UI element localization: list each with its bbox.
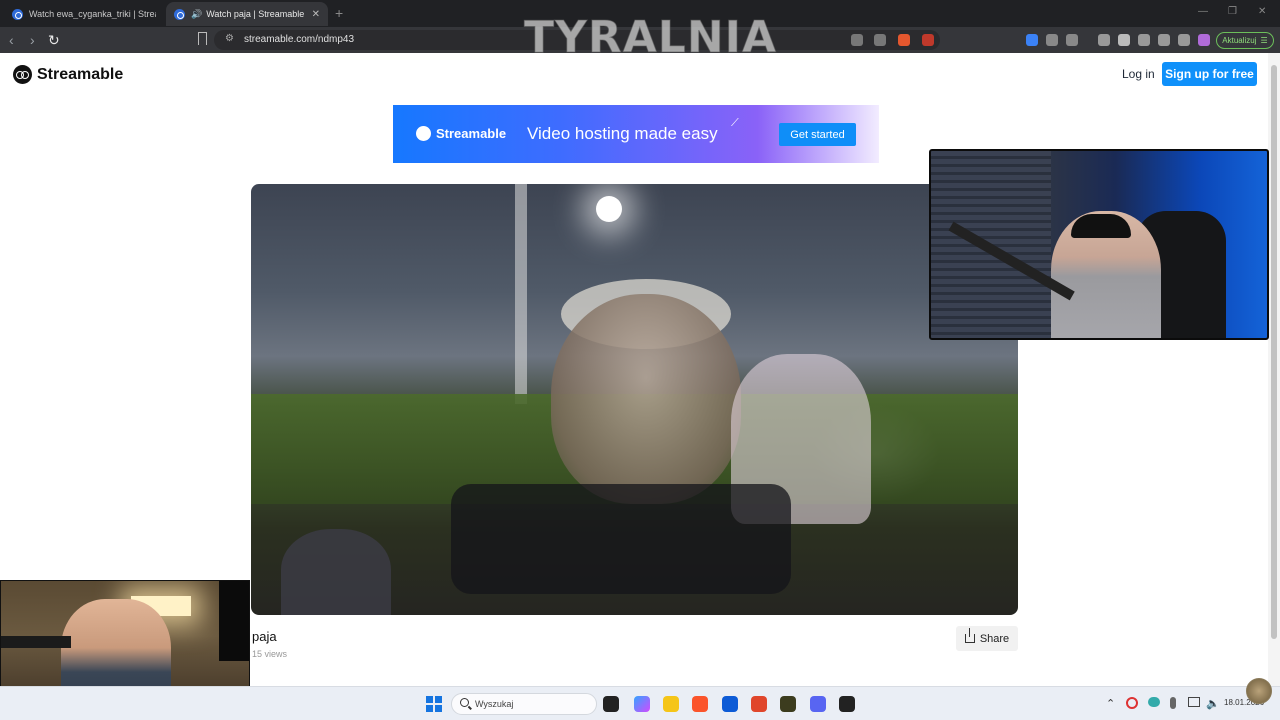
user-avatar[interactable] (1246, 678, 1272, 704)
site-settings-icon[interactable]: ⚙ (225, 33, 234, 44)
share-label: Share (979, 632, 1010, 645)
video-views: 15 views (252, 649, 288, 659)
sparkle-icon: ⟋ (731, 117, 739, 129)
video-frame-phone (451, 484, 791, 594)
video-frame-pole (515, 184, 527, 404)
search-icon (460, 698, 469, 707)
streamable-favicon-icon (174, 8, 185, 20)
obs-icon[interactable] (839, 696, 855, 712)
extension-icon[interactable] (1026, 34, 1038, 46)
tab-ewa-cyganka[interactable]: Watch ewa_cyganka_triki | Streamabl… (4, 2, 164, 26)
close-tab-icon[interactable]: ✕ (312, 9, 320, 20)
windows-start-icon[interactable] (426, 696, 442, 712)
translate-icon[interactable] (851, 34, 863, 46)
signup-button[interactable]: Sign up for free (1162, 62, 1257, 86)
tray-chevron-icon[interactable]: ⌃ (1106, 697, 1115, 710)
cloud-icon[interactable] (1148, 697, 1160, 707)
profile-icon[interactable] (1198, 34, 1210, 46)
ad-banner[interactable]: Streamable Video hosting made easy ⟋ Get… (393, 105, 879, 163)
streamable-logo[interactable]: Streamable (13, 65, 123, 84)
search-placeholder: Wyszukaj (475, 699, 514, 709)
share-page-icon[interactable] (874, 34, 886, 46)
video-title: paja (252, 629, 277, 644)
brave-icon[interactable] (692, 696, 708, 712)
streamable-favicon-icon (12, 8, 23, 20)
share-button[interactable]: Share (956, 626, 1018, 651)
tab-title: Watch ewa_cyganka_triki | Streamabl… (29, 9, 156, 19)
get-started-button[interactable]: Get started (779, 123, 856, 146)
logo-text: Streamable (37, 65, 124, 83)
minimize-icon[interactable]: — (1198, 6, 1208, 17)
url-text: streamable.com/ndmp43 (244, 34, 355, 45)
menu-icon: ☰ (1260, 36, 1268, 45)
video-frame-face (551, 294, 741, 504)
rewards-icon[interactable] (922, 34, 934, 46)
bookmark-icon[interactable] (198, 32, 207, 45)
store-icon[interactable] (722, 696, 738, 712)
windows-taskbar: Wyszukaj ⌃ 🔈 18.01.2026 (0, 686, 1280, 720)
wallet-icon[interactable] (1138, 34, 1150, 46)
streamable-logo-icon (13, 65, 32, 84)
webcam-cap (1071, 214, 1131, 238)
discord-icon[interactable] (810, 696, 826, 712)
banner-brand: Streamable (436, 126, 507, 141)
file-explorer-icon[interactable] (663, 696, 679, 712)
scrollbar-thumb[interactable] (1271, 65, 1277, 639)
app-icon[interactable] (780, 696, 796, 712)
close-window-icon[interactable]: ✕ (1258, 6, 1266, 17)
webcam-tv (219, 581, 249, 661)
webcam-mic (1, 636, 71, 648)
restore-icon[interactable]: ❐ (1228, 6, 1237, 17)
video-frame-man (281, 529, 391, 615)
streamer-webcam (929, 149, 1269, 340)
mic-icon[interactable] (1170, 697, 1176, 709)
task-view-icon[interactable] (603, 696, 619, 712)
reload-icon[interactable]: ↻ (48, 32, 60, 49)
record-icon[interactable] (1126, 697, 1138, 709)
tab-title: Watch paja | Streamable (206, 9, 305, 19)
streamable-logo-icon (416, 126, 431, 141)
video-frame-sun (596, 196, 622, 222)
update-label: Aktualizuj (1222, 36, 1257, 45)
back-icon[interactable]: ‹ (9, 32, 14, 48)
display-icon[interactable] (1188, 697, 1200, 707)
music-icon[interactable] (1098, 34, 1110, 46)
sidebar-icon[interactable] (1118, 34, 1130, 46)
copilot-icon[interactable] (634, 696, 650, 712)
banner-tagline: Video hosting made easy (527, 124, 718, 143)
puzzle-icon[interactable] (1046, 34, 1058, 46)
taskbar-search[interactable]: Wyszukaj (451, 693, 597, 715)
tab-paja[interactable]: 🔊 Watch paja | Streamable ✕ (166, 2, 328, 26)
forward-icon[interactable]: › (30, 32, 35, 48)
share-icon (964, 628, 975, 643)
screenshot-icon[interactable] (1066, 34, 1078, 46)
leo-icon[interactable] (1158, 34, 1170, 46)
new-tab-button[interactable]: + (335, 5, 343, 21)
brave-active-icon[interactable] (751, 696, 767, 712)
update-button[interactable]: Aktualizuj ☰ (1216, 32, 1274, 49)
vpn-icon[interactable] (1178, 34, 1190, 46)
page-scrollbar[interactable] (1268, 53, 1280, 686)
brave-shield-icon[interactable] (898, 34, 910, 46)
speaker-icon: 🔊 (191, 8, 203, 19)
volume-icon[interactable]: 🔈 (1206, 697, 1220, 710)
video-player[interactable] (251, 184, 1018, 615)
stream-watermark: TYRALNIA (524, 12, 778, 64)
login-link[interactable]: Log in (1122, 67, 1155, 81)
